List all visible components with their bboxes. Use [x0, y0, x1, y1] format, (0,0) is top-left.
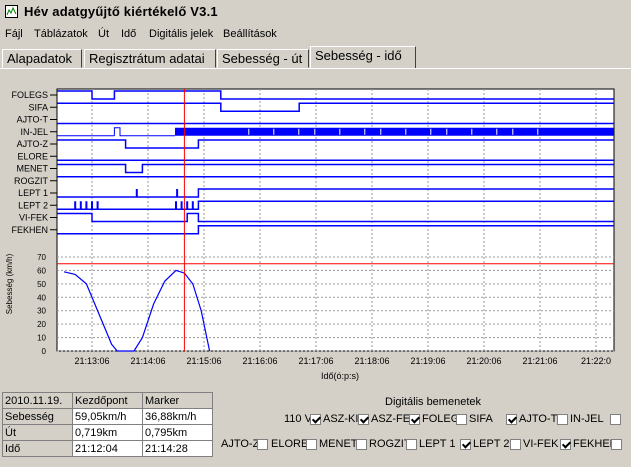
checkbox-row2-3[interactable] — [406, 439, 417, 450]
menu-ido[interactable]: Idő — [121, 28, 136, 40]
info-label: Idő — [2, 440, 73, 457]
x-tick-label: 21:13:06 — [74, 356, 109, 366]
y-tick-label: 70 — [37, 253, 46, 262]
checkbox-row2-5[interactable] — [510, 439, 521, 450]
info-label: Sebesség — [2, 408, 73, 425]
info-marker-value: 36,88km/h — [142, 408, 213, 425]
y-axis-label: Sebesség (km/h) — [5, 253, 14, 314]
checkbox-label: LEPT 2 — [473, 438, 510, 450]
y-tick-label: 0 — [42, 347, 47, 356]
checkbox-label: IN-JEL — [570, 413, 604, 425]
x-tick-label: 21:14:06 — [130, 356, 165, 366]
y-tick-label: 30 — [37, 307, 46, 316]
signal-label: AJTO-T — [17, 115, 49, 125]
menu-bar: Fájl Táblázatok Út Idő Digitális jelek B… — [0, 26, 631, 44]
tab-alapadatok[interactable]: Alapadatok — [2, 49, 82, 68]
checkbox-row2-6[interactable] — [560, 439, 571, 450]
tab-sebesseg-ut[interactable]: Sebesség - út — [217, 49, 309, 68]
y-tick-label: 10 — [37, 334, 46, 343]
info-label: Út — [2, 424, 73, 441]
info-marker-value: 21:14:28 — [142, 440, 213, 457]
info-start-value: 59,05km/h — [72, 408, 143, 425]
checkbox-label: SIFA — [469, 413, 493, 425]
x-tick-label: 21:17:06 — [298, 356, 333, 366]
signal-label: SIFA — [28, 102, 48, 112]
menu-fajl[interactable]: Fájl — [5, 28, 23, 40]
signal-label: VI-FEK — [19, 213, 48, 223]
checkbox-row2-7[interactable] — [611, 439, 622, 450]
title-bar: Hév adatgyűjtő kiértékelő V3.1 — [0, 0, 631, 25]
info-header-start: Kezdőpont — [72, 392, 143, 409]
x-tick-label: 21:16:06 — [242, 356, 277, 366]
checkbox-row1-3[interactable] — [456, 414, 467, 425]
table-row: Idő 21:12:04 21:14:28 — [2, 440, 213, 457]
digital-inputs-panel: Digitális bemenetek 110 V ASZ-KI ASZ-FE FO… — [215, 392, 631, 467]
menu-beallitasok[interactable]: Beállítások — [223, 28, 277, 40]
signal-label: LEPT 1 — [18, 188, 48, 198]
signal-label: ELORE — [17, 151, 48, 161]
checkbox-row2-2[interactable] — [356, 439, 367, 450]
checkbox-label: ASZ-KI — [323, 413, 359, 425]
checkbox-label: ROGZIT — [369, 438, 411, 450]
checkbox-label: ASZ-FE — [371, 413, 411, 425]
info-marker-value: 0,795km — [142, 424, 213, 441]
y-tick-label: 40 — [37, 293, 46, 302]
checkbox-label: LEPT 1 — [419, 438, 456, 450]
x-tick-label: 21:22:0 — [581, 356, 611, 366]
info-start-value: 21:12:04 — [72, 440, 143, 457]
y-tick-label: 20 — [37, 320, 46, 329]
table-row: Sebesség 59,05km/h 36,88km/h — [2, 408, 213, 425]
checkbox-row1-2[interactable] — [409, 414, 420, 425]
menu-ut[interactable]: Út — [98, 28, 109, 40]
checkbox-label: MENET — [319, 438, 358, 450]
signal-label: AJTO-Z — [17, 139, 49, 149]
signal-label: LEPT 2 — [18, 200, 48, 210]
checkbox-row2-4[interactable] — [460, 439, 471, 450]
x-tick-label: 21:20:06 — [466, 356, 501, 366]
y-tick-label: 50 — [37, 280, 46, 289]
checkbox-row2-1[interactable] — [306, 439, 317, 450]
chart: FOLEGS SIFA AJTO-T IN-JEL AJTO-Z ELORE MENET RO… — [2, 72, 629, 389]
tab-sebesseg-ido[interactable]: Sebesség - idő — [310, 46, 416, 69]
signal-label: ROGZIT — [14, 176, 48, 186]
signal-label: IN-JEL — [20, 127, 48, 137]
checkbox-row1-6[interactable] — [610, 414, 621, 425]
checkbox-row1-4[interactable] — [506, 414, 517, 425]
checkbox-row2-0[interactable] — [257, 439, 268, 450]
tab-regisztratum-adatai[interactable]: Regisztrátum adatai — [84, 49, 216, 68]
menu-digitalis-jelek[interactable]: Digitális jelek — [149, 28, 213, 40]
x-axis-label: Idő(ó:p:s) — [321, 371, 359, 381]
y-tick-label: 60 — [37, 266, 46, 275]
info-header-marker: Marker — [142, 392, 213, 409]
x-tick-label: 21:18:06 — [354, 356, 389, 366]
checkbox-label: AJTO-T — [519, 413, 558, 425]
x-tick-label: 21:19:06 — [410, 356, 445, 366]
checkbox-row1-5[interactable] — [557, 414, 568, 425]
chart-panel: FOLEGS SIFA AJTO-T IN-JEL AJTO-Z ELORE MENET RO… — [0, 68, 631, 391]
signal-dense-block — [175, 127, 614, 136]
x-tick-label: 21:15:06 — [186, 356, 221, 366]
checkbox-label: AJTO-Z — [221, 438, 260, 450]
info-date: 2010.11.19. — [2, 392, 73, 409]
info-start-value: 0,719km — [72, 424, 143, 441]
signal-label: MENET — [17, 164, 49, 174]
x-tick-label: 21:21:06 — [522, 356, 557, 366]
tab-strip: Alapadatok Regisztrátum adatai Sebesség … — [0, 46, 631, 69]
checkbox-label: VI-FEK — [523, 438, 559, 450]
signal-label: FOLEGS — [11, 90, 48, 100]
app-icon — [5, 5, 18, 18]
voltage-label: 110 V — [284, 413, 312, 425]
signal-label: FEKHEN — [11, 225, 48, 235]
checkbox-row1-1[interactable] — [358, 414, 369, 425]
menu-tablazatok[interactable]: Táblázatok — [34, 28, 88, 40]
checkbox-row1-0[interactable] — [310, 414, 321, 425]
info-table: 2010.11.19. Kezdőpont Marker Sebesség 59… — [2, 392, 213, 457]
table-row: Út 0,719km 0,795km — [2, 424, 213, 441]
window-title: Hév adatgyűjtő kiértékelő V3.1 — [24, 4, 218, 19]
checkbox-label: ELORE — [271, 438, 309, 450]
digital-inputs-title: Digitális bemenetek — [385, 396, 481, 408]
